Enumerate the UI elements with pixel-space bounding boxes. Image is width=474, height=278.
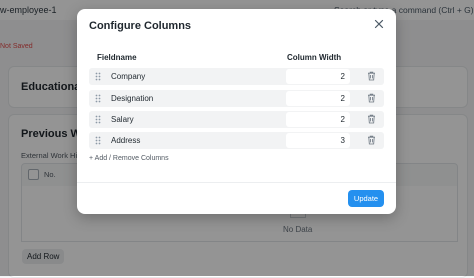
column-width-input[interactable] bbox=[286, 133, 350, 148]
footer-divider bbox=[77, 182, 396, 183]
drag-handle-icon[interactable] bbox=[95, 115, 101, 124]
column-header-fieldname: Fieldname bbox=[97, 53, 137, 62]
column-width-input[interactable] bbox=[286, 91, 350, 106]
trash-icon[interactable] bbox=[367, 135, 376, 145]
configure-columns-dialog: Configure Columns Fieldname Column Width… bbox=[77, 9, 396, 214]
column-fieldname: Company bbox=[111, 72, 146, 81]
drag-handle-icon[interactable] bbox=[95, 136, 101, 145]
drag-handle-icon[interactable] bbox=[95, 94, 101, 103]
dialog-title: Configure Columns bbox=[89, 20, 192, 32]
column-row-designation[interactable]: Designation bbox=[89, 90, 384, 107]
column-width-input[interactable] bbox=[286, 112, 350, 127]
column-row-salary[interactable]: Salary bbox=[89, 111, 384, 128]
column-width-input[interactable] bbox=[286, 69, 350, 84]
trash-icon[interactable] bbox=[367, 93, 376, 103]
column-row-address[interactable]: Address bbox=[89, 132, 384, 149]
column-fieldname: Salary bbox=[111, 115, 134, 124]
column-fieldname: Address bbox=[111, 136, 141, 145]
column-fieldname: Designation bbox=[111, 94, 154, 103]
add-remove-columns-link[interactable]: + Add / Remove Columns bbox=[89, 155, 169, 162]
update-button[interactable]: Update bbox=[348, 190, 384, 207]
trash-icon[interactable] bbox=[367, 114, 376, 124]
close-icon[interactable] bbox=[373, 18, 385, 30]
drag-handle-icon[interactable] bbox=[95, 72, 101, 81]
column-header-column-width: Column Width bbox=[287, 53, 342, 62]
trash-icon[interactable] bbox=[367, 71, 376, 81]
column-row-company[interactable]: Company bbox=[89, 68, 384, 85]
